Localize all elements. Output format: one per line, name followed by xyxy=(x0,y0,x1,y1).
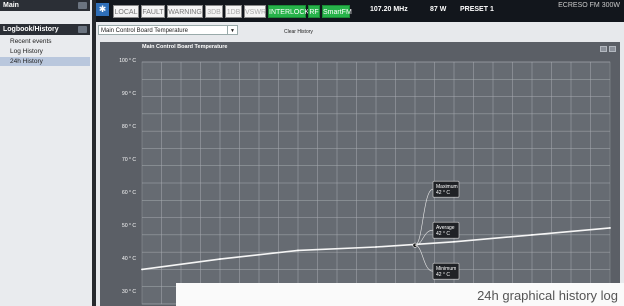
sidebar: Main Logbook/History Recent events Log H… xyxy=(0,0,92,306)
sidebar-item-24h-history[interactable]: 24h History xyxy=(0,57,90,66)
sidebar-section-title: Main xyxy=(3,2,19,9)
sidebar-item-log-history[interactable]: Log History xyxy=(0,47,90,56)
sidebar-section-logbook[interactable]: Logbook/History xyxy=(0,24,90,35)
sidebar-section-main[interactable]: Main xyxy=(0,0,90,11)
tooltip-value: 42 ° C xyxy=(436,272,450,278)
data-point xyxy=(453,240,455,243)
app-logo-icon: ✱ xyxy=(96,3,109,16)
status-badge[interactable]: 1DB xyxy=(225,5,242,18)
sidebar-item-recent-events[interactable]: Recent events xyxy=(0,37,90,46)
clear-history-button[interactable]: Clear History xyxy=(284,29,313,35)
sensor-select[interactable]: Main Control Board Temperature ▼ xyxy=(98,25,238,35)
preset-readout: PRESET 1 xyxy=(460,6,494,13)
data-point xyxy=(297,249,299,252)
status-badge[interactable]: WARNING xyxy=(167,5,203,18)
power-readout: 87 W xyxy=(430,6,447,13)
plot-area: Maximum42 ° CAverage42 ° CMinimum42 ° C xyxy=(141,61,611,305)
status-badge[interactable]: INTERLOCK xyxy=(268,5,309,18)
data-point xyxy=(531,233,533,236)
status-badge[interactable]: LOCAL xyxy=(113,5,139,18)
chevron-down-icon[interactable]: ▼ xyxy=(227,26,237,34)
data-point xyxy=(141,268,143,271)
temperature-chart: Main Control Board Temperature 100 ° C 9… xyxy=(100,42,620,306)
status-badge[interactable]: SmartFM xyxy=(322,5,352,18)
sensor-select-value: Main Control Board Temperature xyxy=(101,28,188,34)
main-panel: ✱ LOCAL FAULT WARNING 3DB 1DB VSWR INTER… xyxy=(96,0,624,306)
frequency-readout: 107.20 MHz xyxy=(370,6,408,13)
data-point xyxy=(375,246,377,248)
tooltip-value: 42 ° C xyxy=(436,190,450,196)
collapse-icon[interactable] xyxy=(78,26,87,33)
status-badge[interactable]: VSWR xyxy=(244,5,266,18)
caption-panel: 24h graphical history log xyxy=(176,283,624,306)
sidebar-section-title: Logbook/History xyxy=(3,26,59,33)
status-bar: ✱ LOCAL FAULT WARNING 3DB 1DB VSWR INTER… xyxy=(96,0,624,22)
status-badge[interactable]: RF xyxy=(308,5,320,18)
data-point xyxy=(219,258,221,260)
collapse-icon[interactable] xyxy=(78,2,87,9)
caption-text: 24h graphical history log xyxy=(477,288,618,303)
tooltip-value: 42 ° C xyxy=(436,231,450,237)
data-point xyxy=(609,227,611,229)
status-badge[interactable]: 3DB xyxy=(205,5,223,18)
status-badge[interactable]: FAULT xyxy=(141,5,165,18)
brand-name: ECRESO FM 300W xyxy=(558,2,620,9)
